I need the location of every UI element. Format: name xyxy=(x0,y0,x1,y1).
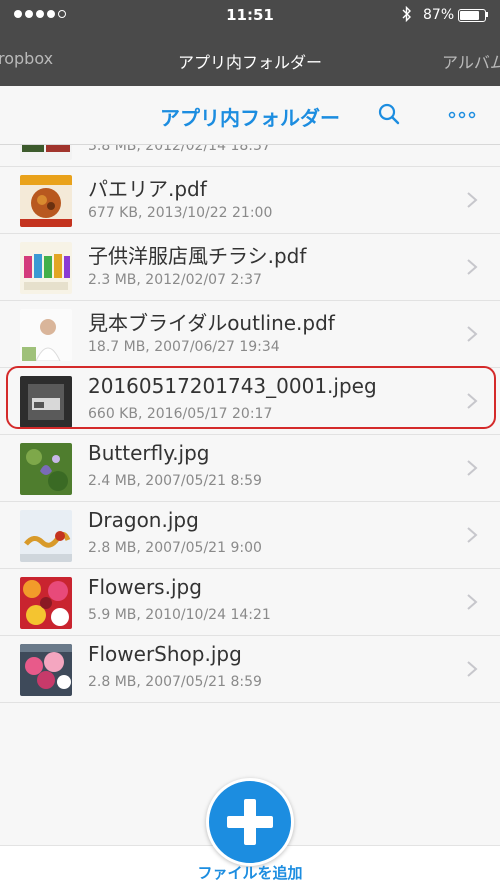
file-thumbnail xyxy=(20,443,72,495)
chevron-right-icon xyxy=(466,660,478,682)
file-thumbnail xyxy=(20,644,72,696)
folder-tabs: ropbox アプリ内フォルダー アルバム xyxy=(0,30,500,86)
selected-file-highlight xyxy=(6,366,496,429)
file-row[interactable]: FlowerShop.jpg 2.8 MB, 2007/05/21 8:59 xyxy=(0,636,500,703)
file-meta: 2.3 MB, 2012/02/07 2:37 xyxy=(88,272,262,288)
file-meta: 18.7 MB, 2007/06/27 19:34 xyxy=(88,339,280,355)
file-name: 見本ブライダルoutline.pdf xyxy=(88,311,335,335)
file-thumbnail xyxy=(20,510,72,562)
file-name: FlowerShop.jpg xyxy=(88,642,242,666)
file-meta: 677 KB, 2013/10/22 21:00 xyxy=(88,205,273,221)
search-icon xyxy=(375,103,405,134)
file-meta: 5.9 MB, 2010/10/24 14:21 xyxy=(88,607,271,623)
file-row[interactable]: Dragon.jpg 2.8 MB, 2007/05/21 9:00 xyxy=(0,502,500,569)
file-meta: 2.8 MB, 2007/05/21 8:59 xyxy=(88,674,262,690)
chevron-right-icon xyxy=(466,145,478,146)
file-row[interactable]: パエリア.pdf 677 KB, 2013/10/22 21:00 xyxy=(0,167,500,234)
file-thumbnail xyxy=(20,145,72,160)
battery-percent: 87% xyxy=(423,7,455,23)
file-row[interactable]: Flowers.jpg 5.9 MB, 2010/10/24 14:21 xyxy=(0,569,500,636)
plus-icon xyxy=(209,781,291,867)
add-file-button[interactable] xyxy=(206,778,294,866)
chevron-right-icon xyxy=(466,191,478,213)
chevron-right-icon xyxy=(466,459,478,481)
file-meta: 3.8 MB, 2012/02/14 18:37 xyxy=(88,145,271,154)
file-row[interactable]: Butterfly.jpg 2.4 MB, 2007/05/21 8:59 xyxy=(0,435,500,502)
search-button[interactable] xyxy=(375,100,405,130)
file-thumbnail xyxy=(20,242,72,294)
file-name: Flowers.jpg xyxy=(88,575,202,599)
file-name: パエリア.pdf xyxy=(88,177,207,201)
page-title: アプリ内フォルダー xyxy=(160,106,340,130)
file-thumbnail xyxy=(20,175,72,227)
navigation-bar: アプリ内フォルダー xyxy=(0,86,500,145)
file-row[interactable]: 3.8 MB, 2012/02/14 18:37 xyxy=(0,145,500,167)
battery-icon xyxy=(458,9,486,22)
file-meta: 2.4 MB, 2007/05/21 8:59 xyxy=(88,473,262,489)
more-button[interactable] xyxy=(448,100,478,130)
bluetooth-icon xyxy=(402,5,412,26)
file-name: 子供洋服店風チラシ.pdf xyxy=(88,244,307,268)
file-thumbnail xyxy=(20,309,72,361)
add-file-label[interactable]: ファイルを追加 xyxy=(0,862,500,883)
tab-app-folder[interactable]: アプリ内フォルダー xyxy=(0,49,500,73)
file-name: Butterfly.jpg xyxy=(88,441,210,465)
chevron-right-icon xyxy=(466,593,478,615)
file-row[interactable]: 子供洋服店風チラシ.pdf 2.3 MB, 2012/02/07 2:37 xyxy=(0,234,500,301)
chevron-right-icon xyxy=(466,325,478,347)
tab-album[interactable]: アルバム xyxy=(442,49,500,73)
file-thumbnail xyxy=(20,577,72,629)
file-row[interactable]: 見本ブライダルoutline.pdf 18.7 MB, 2007/06/27 1… xyxy=(0,301,500,368)
file-meta: 2.8 MB, 2007/05/21 9:00 xyxy=(88,540,262,556)
chevron-right-icon xyxy=(466,258,478,280)
chevron-right-icon xyxy=(466,526,478,548)
more-icon xyxy=(448,111,478,134)
file-name: Dragon.jpg xyxy=(88,508,199,532)
file-list: 3.8 MB, 2012/02/14 18:37 パエリア.pdf 677 KB… xyxy=(0,145,500,845)
status-bar: 11:51 87% xyxy=(0,0,500,30)
